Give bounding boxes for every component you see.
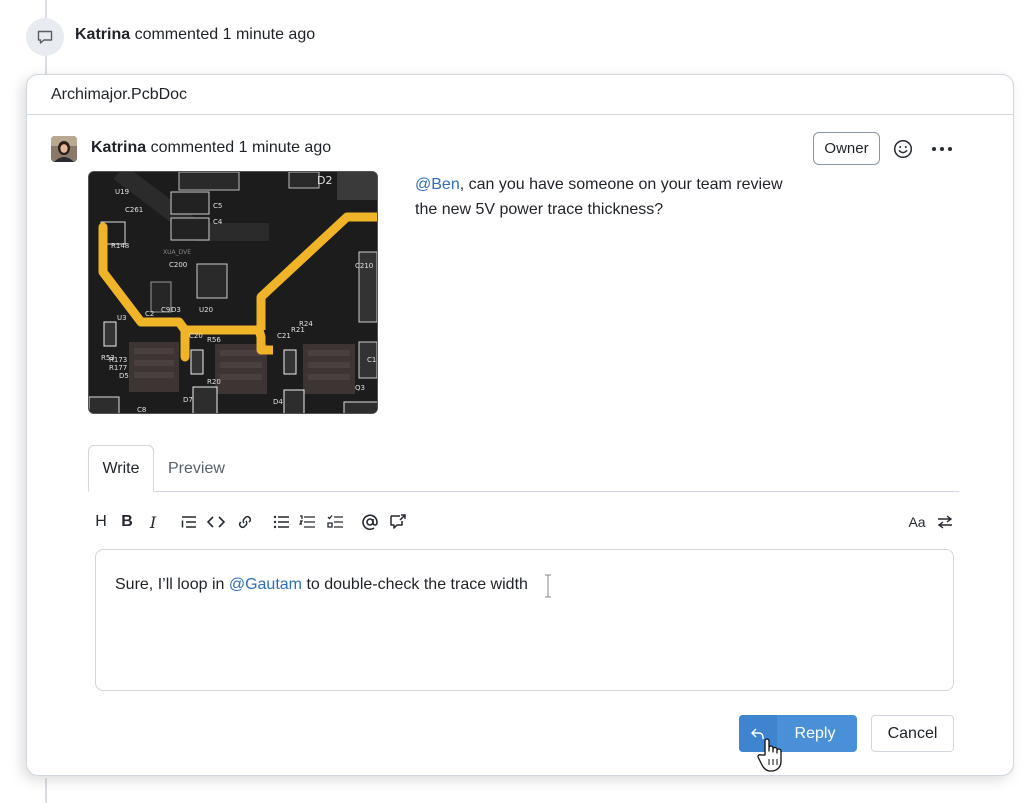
file-name[interactable]: Archimajor.PcbDoc — [51, 86, 187, 104]
avatar-image — [51, 136, 77, 162]
timeline-line-bottom — [45, 778, 47, 803]
pcb-label-r56: R56 — [207, 336, 221, 344]
pcb-label-c8: C8 — [137, 406, 146, 414]
avatar[interactable] — [51, 136, 77, 162]
reply-text-before: Sure, I’ll loop in — [115, 576, 229, 593]
mention-ben[interactable]: @Ben — [415, 176, 460, 193]
editor-tabs: Write Preview — [88, 445, 959, 492]
pcb-label-c5: C5 — [213, 202, 222, 210]
swap-arrows-icon — [937, 515, 953, 529]
bold-button[interactable]: B — [119, 511, 135, 533]
comment-body-line1: , can you have someone on your team revi… — [459, 176, 783, 193]
pcb-label-c19: C19 — [367, 356, 378, 364]
quote-button[interactable] — [179, 511, 199, 533]
pcb-label-q3: Q3 — [355, 384, 365, 392]
tab-write[interactable]: Write — [88, 445, 154, 492]
code-icon — [207, 516, 225, 528]
at-sign-icon — [362, 514, 378, 531]
event-author[interactable]: Katrina — [75, 26, 130, 43]
timeline-line-middle — [45, 54, 47, 74]
mention-button[interactable] — [359, 511, 381, 533]
bullet-list-icon — [273, 515, 289, 529]
hand-cursor-icon — [757, 738, 782, 772]
comment-event-badge — [26, 18, 64, 56]
comment-meta: Katrina commented 1 minute ago — [91, 139, 331, 157]
pcb-label-r20: R20 — [207, 378, 221, 386]
bullet-list-button[interactable] — [271, 511, 291, 533]
smiley-icon — [893, 139, 913, 159]
italic-button[interactable]: I — [145, 511, 161, 533]
swap-button[interactable] — [935, 511, 955, 533]
reply-text: Sure, I’ll loop in @Gautam to double-che… — [115, 576, 528, 594]
timeline-event-text: Katrina commented 1 minute ago — [75, 26, 315, 44]
numbered-list-button[interactable] — [297, 511, 317, 533]
pcb-label-r173: R173 — [109, 356, 127, 364]
pcb-label-xua: XUA_DVE — [163, 249, 191, 256]
event-action: commented 1 minute ago — [134, 26, 316, 43]
task-list-button[interactable] — [325, 511, 345, 533]
reply-text-after: to double-check the trace width — [302, 576, 528, 593]
pcb-label-d5: D5 — [119, 372, 129, 380]
pcb-label-c9: C9 — [161, 306, 170, 314]
text-style-button[interactable]: Aa — [907, 511, 927, 533]
timeline-line-top — [45, 0, 47, 18]
pcb-label-c261: C261 — [125, 206, 143, 214]
pcb-label-r24: R24 — [299, 320, 313, 328]
pcb-label-c2: C2 — [145, 310, 154, 318]
pcb-label-c21: C21 — [277, 332, 291, 340]
reply-button-label: Reply — [794, 724, 836, 742]
comment-timestamp: commented 1 minute ago — [150, 139, 332, 156]
pcb-label-u20: U20 — [199, 306, 213, 314]
numbered-list-icon — [298, 515, 315, 528]
pcb-label-d3: D3 — [171, 306, 181, 314]
owner-badge: Owner — [813, 132, 880, 165]
pcb-label-u19: U19 — [115, 188, 129, 196]
pcb-label-d4: D4 — [273, 398, 283, 406]
comment-body: @Ben, can you have someone on your team … — [415, 172, 815, 222]
comment-body-line2: the new 5V power trace thickness? — [415, 201, 664, 218]
link-button[interactable] — [235, 511, 255, 533]
mention-gautam[interactable]: @Gautam — [229, 576, 302, 593]
pcb-screenshot[interactable]: U19 C261 R148 D2 C5 C4 XUA_DVE C200 C210… — [88, 171, 378, 414]
task-list-icon — [326, 515, 343, 528]
pcb-label-r148: R148 — [111, 242, 129, 250]
pcb-label-c4: C4 — [213, 218, 223, 226]
pcb-label-r177: R177 — [109, 364, 127, 372]
comment-author[interactable]: Katrina — [91, 139, 146, 156]
cancel-button[interactable]: Cancel — [871, 715, 954, 752]
pcb-label-c20: C20 — [189, 332, 203, 340]
heading-button[interactable]: H — [93, 511, 109, 533]
reference-button[interactable] — [387, 511, 409, 533]
comment-card: Archimajor.PcbDoc Katrina commented 1 mi… — [26, 74, 1014, 776]
comment-icon — [37, 30, 53, 44]
pcb-image: U19 C261 R148 D2 C5 C4 XUA_DVE C200 C210… — [89, 172, 378, 414]
file-header: Archimajor.PcbDoc — [27, 75, 1013, 115]
pcb-label-u3: U3 — [117, 314, 127, 322]
link-icon — [238, 515, 252, 529]
formatting-toolbar: H B I Aa — [93, 511, 959, 533]
pcb-label-d7: D7 — [183, 396, 193, 404]
text-cursor-icon — [545, 574, 551, 598]
quote-icon — [181, 516, 196, 528]
pcb-label-c210: C210 — [355, 262, 373, 270]
add-reaction-button[interactable] — [891, 137, 915, 161]
cross-reference-icon — [390, 513, 406, 529]
code-button[interactable] — [205, 511, 227, 533]
tab-preview[interactable]: Preview — [168, 445, 225, 492]
reply-textarea[interactable]: Sure, I’ll loop in @Gautam to double-che… — [95, 549, 954, 691]
pcb-label-d2: D2 — [317, 174, 332, 187]
more-icon — [932, 147, 952, 151]
pcb-label-c200: C200 — [169, 261, 187, 269]
more-options-button[interactable] — [929, 137, 955, 161]
